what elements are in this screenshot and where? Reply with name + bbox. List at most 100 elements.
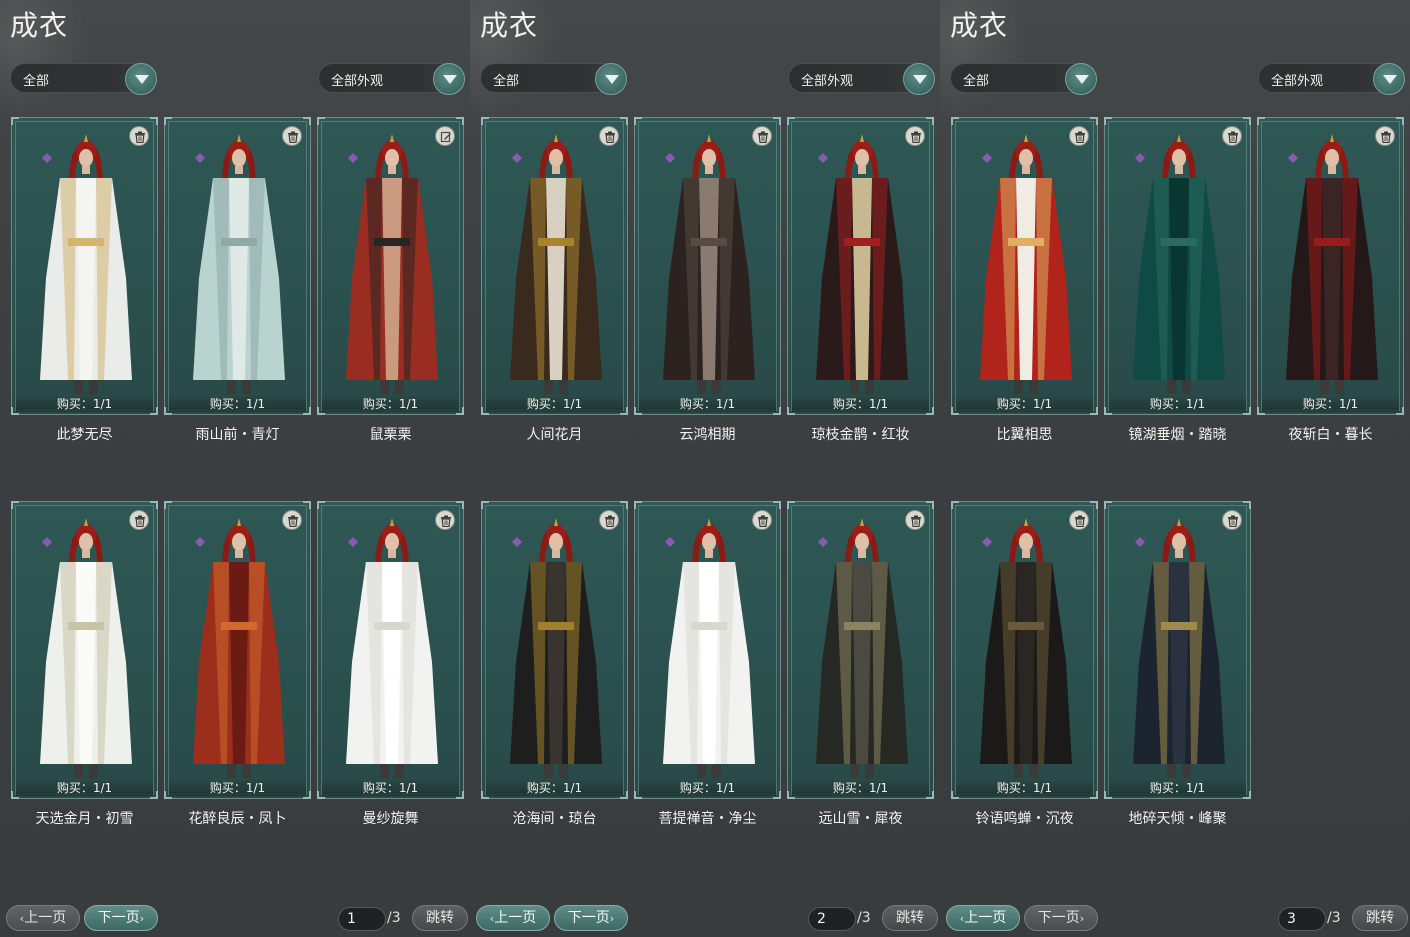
chevron-down-icon[interactable] (1065, 63, 1097, 95)
chevron-down-icon[interactable] (125, 63, 157, 95)
trash-icon[interactable] (599, 126, 619, 146)
card-corner-ornament (787, 501, 795, 509)
outfit-name: 琼枝金鹊・红妆 (811, 427, 910, 443)
outfit-card[interactable]: 购买：1/1 (317, 501, 464, 799)
outfit-card[interactable]: 购买：1/1 (164, 117, 311, 415)
chevron-down-icon[interactable] (595, 63, 627, 95)
card-corner-ornament (303, 501, 311, 509)
outfit-card[interactable]: 购买：1/1 (951, 501, 1098, 799)
rarity-gem-icon (665, 532, 675, 547)
prev-page-button[interactable]: ‹上一页 (476, 905, 550, 931)
outfit-name: 地碎天倾・峰聚 (1128, 811, 1227, 827)
trash-icon[interactable] (282, 126, 302, 146)
next-page-label: 下一页 (97, 910, 140, 926)
outfit-card[interactable]: 购买：1/1 (1104, 501, 1251, 799)
outfit-card[interactable]: 购买：1/1 (951, 117, 1098, 415)
jump-page-button[interactable]: 跳转 (882, 905, 938, 931)
rarity-gem-icon (348, 532, 358, 547)
outfit-preview-figure (1123, 512, 1235, 784)
trash-icon[interactable] (129, 510, 149, 530)
trash-icon[interactable] (599, 510, 619, 530)
page-total-label: /3 (387, 910, 401, 926)
card-corner-ornament (150, 501, 158, 509)
prev-page-button[interactable]: ‹上一页 (6, 905, 80, 931)
trash-icon[interactable] (1222, 126, 1242, 146)
page-number-input[interactable]: 3 (1278, 907, 1326, 931)
card-corner-ornament (1257, 117, 1265, 125)
trash-icon[interactable] (435, 510, 455, 530)
purchase-limit-label: 购买：1/1 (169, 396, 306, 412)
outfit-card[interactable]: 购买：1/1 (634, 117, 781, 415)
appearance-filter-dropdown[interactable]: 全部外观 (788, 63, 935, 95)
prev-page-label: 上一页 (24, 910, 67, 926)
outfit-card[interactable]: 购买：1/1 (634, 501, 781, 799)
outfit-preview-figure (183, 512, 295, 784)
outfit-card[interactable]: 购买：1/1 (481, 117, 628, 415)
outfit-card[interactable]: 购买：1/1 (1104, 117, 1251, 415)
card-corner-ornament (1104, 501, 1112, 509)
trash-icon[interactable] (1375, 126, 1395, 146)
card-corner-ornament (951, 501, 959, 509)
rarity-gem-icon (512, 148, 522, 163)
card-corner-ornament (773, 501, 781, 509)
chevron-down-icon[interactable] (903, 63, 935, 95)
card-corner-ornament (481, 501, 489, 509)
outfit-name: 天选金月・初雪 (35, 811, 134, 827)
trash-icon[interactable] (905, 126, 925, 146)
category-filter-dropdown[interactable]: 全部 (10, 63, 157, 95)
rarity-gem-icon (982, 532, 992, 547)
appearance-filter-label: 全部外观 (331, 74, 384, 89)
category-filter-dropdown[interactable]: 全部 (480, 63, 627, 95)
outfit-card[interactable]: 购买：1/1 (11, 117, 158, 415)
card-corner-ornament (926, 501, 934, 509)
category-filter-label: 全部 (23, 74, 50, 89)
chevron-down-icon[interactable] (433, 63, 465, 95)
next-page-button[interactable]: 下一页› (554, 905, 628, 931)
card-corner-ornament (164, 117, 172, 125)
card-corner-ornament (620, 501, 628, 509)
trash-icon[interactable] (1069, 126, 1089, 146)
chevron-down-icon[interactable] (1373, 63, 1405, 95)
category-filter-dropdown[interactable]: 全部 (950, 63, 1097, 95)
trash-icon[interactable] (1222, 510, 1242, 530)
trash-icon[interactable] (129, 126, 149, 146)
jump-page-button[interactable]: 跳转 (1352, 905, 1408, 931)
outfit-name: 比翼相思 (996, 427, 1053, 443)
appearance-filter-dropdown[interactable]: 全部外观 (318, 63, 465, 95)
outfit-card[interactable]: 购买：1/1 (1257, 117, 1404, 415)
rarity-gem-icon (195, 148, 205, 163)
card-corner-ornament (620, 117, 628, 125)
next-page-button[interactable]: 下一页› (84, 905, 158, 931)
page-number-input[interactable]: 1 (338, 907, 386, 931)
trash-icon[interactable] (752, 126, 772, 146)
page-number-input[interactable]: 2 (808, 907, 856, 931)
outfit-card[interactable]: 购买：1/1 (481, 501, 628, 799)
trash-icon[interactable] (905, 510, 925, 530)
appearance-filter-dropdown[interactable]: 全部外观 (1258, 63, 1405, 95)
card-corner-ornament (1243, 117, 1251, 125)
jump-page-button[interactable]: 跳转 (412, 905, 468, 931)
outfit-card[interactable]: 购买：1/1 (317, 117, 464, 415)
outfit-preview-figure (970, 128, 1082, 400)
trash-icon[interactable] (752, 510, 772, 530)
prev-page-button[interactable]: ‹上一页 (946, 905, 1020, 931)
outfit-preview-figure (336, 512, 448, 784)
card-corner-ornament (481, 117, 489, 125)
card-corner-ornament (634, 117, 642, 125)
purchase-limit-label: 购买：1/1 (956, 780, 1093, 796)
outfit-card[interactable]: 购买：1/1 (11, 501, 158, 799)
outfit-name: 鼠栗栗 (369, 427, 412, 443)
next-page-button[interactable]: 下一页› (1024, 905, 1098, 931)
outfit-card[interactable]: 购买：1/1 (787, 501, 934, 799)
outfit-card[interactable]: 购买：1/1 (164, 501, 311, 799)
trash-icon[interactable] (1069, 510, 1089, 530)
purchase-limit-label: 购买：1/1 (16, 396, 153, 412)
chevron-right-icon: › (1079, 912, 1085, 925)
outfit-name: 铃语鸣蝉・沉夜 (975, 811, 1074, 827)
trash-icon[interactable] (282, 510, 302, 530)
category-filter-label: 全部 (963, 74, 990, 89)
edit-icon[interactable] (435, 126, 455, 146)
purchase-limit-label: 购买：1/1 (1109, 396, 1246, 412)
outfit-name: 夜斩白・暮长 (1288, 427, 1373, 443)
outfit-card[interactable]: 购买：1/1 (787, 117, 934, 415)
